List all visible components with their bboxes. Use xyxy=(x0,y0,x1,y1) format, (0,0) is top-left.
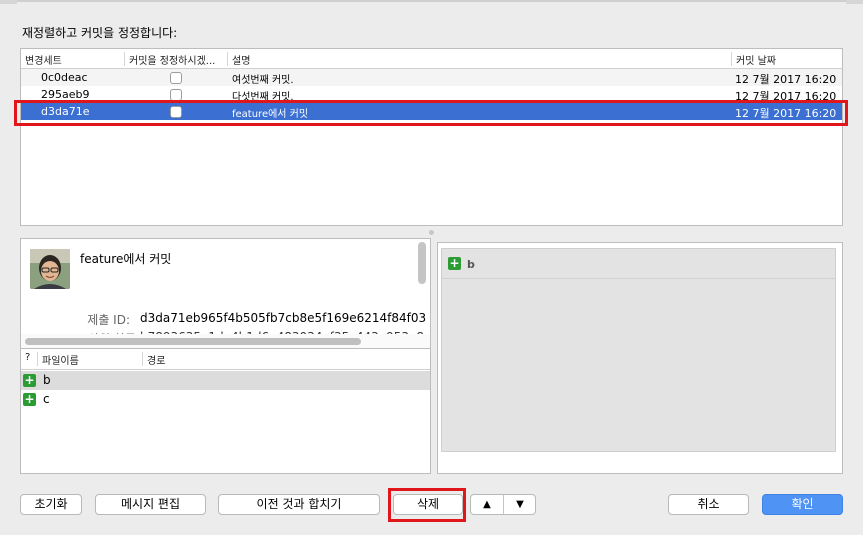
window-top-edge-right xyxy=(846,0,863,4)
commit-id-label: 제출 ID: xyxy=(87,313,130,327)
cancel-button[interactable]: 취소 xyxy=(668,494,749,515)
diff-file-name: b xyxy=(467,258,475,271)
added-icon: + xyxy=(23,392,36,406)
column-commit-date[interactable]: 커밋 날짜 xyxy=(736,52,776,67)
amend-checkbox[interactable] xyxy=(170,72,182,84)
file-name: c xyxy=(43,392,50,406)
commit-description: 여섯번째 커밋. xyxy=(232,75,294,86)
column-amend[interactable]: 커밋을 정정하시겠... xyxy=(129,52,215,67)
author-avatar xyxy=(30,249,70,289)
squash-with-previous-button[interactable]: 이전 것과 합치기 xyxy=(218,494,380,515)
file-list-header: ? 파일이름 경로 xyxy=(21,349,430,370)
details-horizontal-scrollbar-track xyxy=(20,334,431,348)
column-status[interactable]: ? xyxy=(25,352,30,363)
diff-panel: + b xyxy=(437,242,843,474)
dialog-title: 재정렬하고 커밋을 정정합니다: xyxy=(22,26,178,40)
ok-button[interactable]: 확인 xyxy=(762,494,843,515)
commit-date: 12 7월 2017 16:20 xyxy=(735,73,837,86)
file-row[interactable]: + c xyxy=(21,390,430,409)
details-vertical-scrollbar[interactable] xyxy=(418,242,426,284)
commit-details-panel: feature에서 커밋 제출 ID: d3da71eb965f4b505fb7… xyxy=(20,238,431,346)
added-icon: + xyxy=(23,373,36,387)
file-list[interactable]: ? 파일이름 경로 + b + c xyxy=(20,348,431,474)
file-name: b xyxy=(43,373,51,387)
commit-id-value: d3da71eb965f4b505fb7cb8e5f169e6214f84f03 xyxy=(140,311,427,325)
changeset-id: 0c0deac xyxy=(41,71,88,84)
diff-file-header: + b xyxy=(442,249,835,279)
column-description[interactable]: 설명 xyxy=(232,52,250,67)
commit-list[interactable]: 변경세트 커밋을 정정하시겠... 설명 커밋 날짜 0c0deac 여섯번째 … xyxy=(20,48,843,226)
details-horizontal-scrollbar[interactable] xyxy=(25,338,361,345)
edit-message-button[interactable]: 메시지 편집 xyxy=(95,494,206,515)
commit-message: feature에서 커밋 xyxy=(80,252,172,266)
commit-list-header: 변경세트 커밋을 정정하시겠... 설명 커밋 날짜 xyxy=(21,49,842,69)
move-segmented-control: ▲ ▼ xyxy=(470,494,536,515)
column-changeset[interactable]: 변경세트 xyxy=(25,52,62,67)
column-path[interactable]: 경로 xyxy=(147,352,165,367)
added-icon: + xyxy=(448,256,461,270)
diff-content: + b xyxy=(441,248,836,452)
commit-row[interactable]: 0c0deac 여섯번째 커밋. 12 7월 2017 16:20 xyxy=(21,69,842,86)
file-row-selected[interactable]: + b xyxy=(21,371,430,390)
column-filename[interactable]: 파일이름 xyxy=(42,352,79,367)
window-top-edge xyxy=(0,0,863,2)
highlight-delete-button xyxy=(388,488,466,522)
move-up-button[interactable]: ▲ xyxy=(471,495,503,514)
highlight-selected-row xyxy=(14,100,848,126)
window-top-edge-left xyxy=(0,0,17,4)
reset-button[interactable]: 초기화 xyxy=(20,494,82,515)
split-handle[interactable] xyxy=(20,227,843,237)
move-down-button[interactable]: ▼ xyxy=(504,495,536,514)
